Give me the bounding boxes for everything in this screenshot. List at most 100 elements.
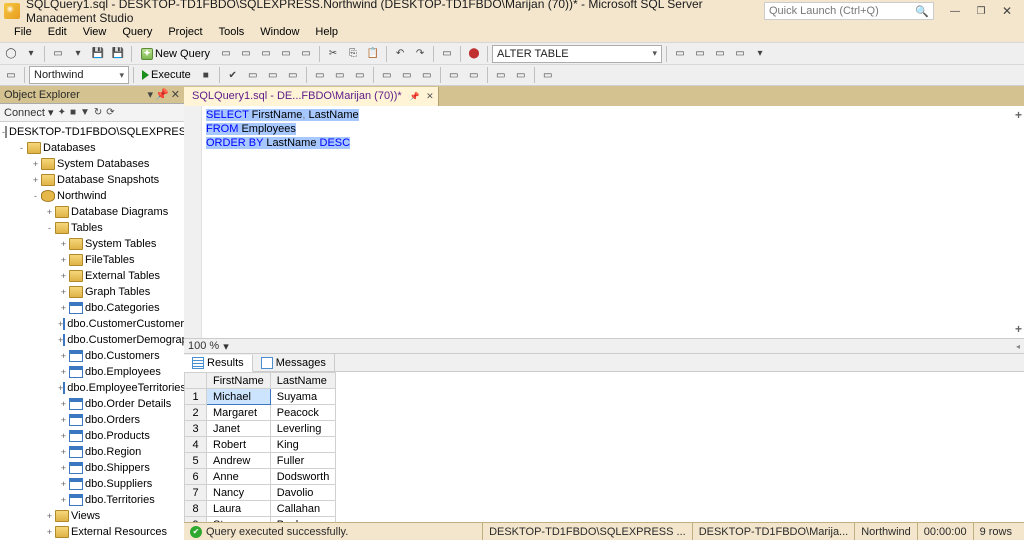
cell[interactable]: Nancy [207,485,271,501]
sql-editor[interactable]: SELECT FirstName, LastNameFROM Employees… [184,106,1024,338]
expand-icon[interactable]: - [16,144,27,153]
tree-node[interactable]: +dbo.Region [0,444,184,460]
save-icon[interactable]: 💾 [89,45,107,63]
column-header[interactable] [185,373,207,389]
tree-node[interactable]: +External Tables [0,268,184,284]
table-row[interactable]: 8LauraCallahan [185,501,336,517]
messages-tab[interactable]: Messages [253,354,335,371]
tree-node[interactable]: +dbo.Employees [0,364,184,380]
tree-node[interactable]: +dbo.Customers [0,348,184,364]
sql-code[interactable]: SELECT FirstName, LastNameFROM Employees… [202,106,1024,338]
expand-icon[interactable]: - [44,224,55,233]
cell[interactable]: Fuller [270,453,336,469]
menu-query[interactable]: Query [114,22,160,42]
cell[interactable]: 2 [185,405,207,421]
sql-document-tab[interactable]: SQLQuery1.sql - DE...FBDO\Marijan (70))*… [184,87,439,106]
menu-project[interactable]: Project [160,22,210,42]
results-tab[interactable]: Results [184,355,253,372]
registered-servers-icon[interactable]: ▭ [731,45,749,63]
cell[interactable]: Laura [207,501,271,517]
outdent-icon[interactable]: ▭ [512,66,530,84]
tree-node[interactable]: +External Resources [0,524,184,540]
cell[interactable]: Janet [207,421,271,437]
tree-node[interactable]: +FileTables [0,252,184,268]
comment-out-icon[interactable]: ▭ [445,66,463,84]
table-row[interactable]: 1MichaelSuyama [185,389,336,405]
expand-icon[interactable]: + [58,304,69,313]
menu-edit[interactable]: Edit [40,22,75,42]
expand-icon[interactable]: + [44,512,55,521]
open-icon[interactable]: ▾ [69,45,87,63]
cell[interactable]: Anne [207,469,271,485]
mdx-query-icon[interactable]: ▭ [257,45,275,63]
parse-icon[interactable]: ✔ [224,66,242,84]
tree-node[interactable]: +dbo.Orders [0,412,184,428]
object-explorer-icon[interactable]: ▾ [751,45,769,63]
save-all-icon[interactable]: 💾 [109,45,127,63]
expand-icon[interactable]: + [58,288,69,297]
cell[interactable]: Callahan [270,501,336,517]
object-tree[interactable]: -DESKTOP-TD1FBDO\SQLEXPRESS (SQL Server … [0,122,184,540]
query-options-icon[interactable]: ▭ [264,66,282,84]
new-project-icon[interactable]: ▭ [49,45,67,63]
menu-view[interactable]: View [75,22,115,42]
actual-plan-icon[interactable]: ▭ [311,66,329,84]
intellisense-icon[interactable]: ▭ [284,66,302,84]
quick-launch-input[interactable]: Quick Launch (Ctrl+Q) 🔍 [764,2,934,20]
cell[interactable]: 6 [185,469,207,485]
menu-help[interactable]: Help [307,22,346,42]
cell[interactable]: Robert [207,437,271,453]
cell[interactable]: Margaret [207,405,271,421]
cell[interactable]: 8 [185,501,207,517]
tree-node[interactable]: -Tables [0,220,184,236]
stop-icon[interactable]: ■ [70,107,76,118]
client-stats-icon[interactable]: ▭ [351,66,369,84]
new-query-button[interactable]: ✦New Query [136,45,215,63]
analysis-query-icon[interactable]: ▭ [237,45,255,63]
expand-icon[interactable]: + [58,240,69,249]
zoom-dropdown-icon[interactable]: ▾ [223,340,229,353]
split-top-icon[interactable]: + [1015,108,1022,122]
expand-icon[interactable]: + [44,208,55,217]
redo-icon[interactable]: ↷ [411,45,429,63]
cell[interactable]: Andrew [207,453,271,469]
cell[interactable]: Leverling [270,421,336,437]
tab-close-icon[interactable]: ✕ [426,91,434,102]
cut-icon[interactable]: ✂ [324,45,342,63]
expand-icon[interactable]: + [58,368,69,377]
expand-icon[interactable]: + [58,480,69,489]
expand-icon[interactable]: + [58,352,69,361]
table-row[interactable]: 4RobertKing [185,437,336,453]
tree-node[interactable]: +System Databases [0,156,184,172]
nav-fwd-icon[interactable]: ▾ [22,45,40,63]
tree-node[interactable]: +dbo.CustomerDemographics [0,332,184,348]
results-file-icon[interactable]: ▭ [418,66,436,84]
table-row[interactable]: 2MargaretPeacock [185,405,336,421]
comment-icon[interactable]: ▭ [438,45,456,63]
column-header[interactable]: LastName [270,373,336,389]
menu-tools[interactable]: Tools [211,22,253,42]
results-grid-icon[interactable]: ▭ [398,66,416,84]
disconnect-icon[interactable]: ✦ [58,107,66,118]
tree-node[interactable]: +dbo.Order Details [0,396,184,412]
restore-button[interactable]: ❐ [968,2,994,20]
execute-button[interactable]: Execute [138,66,195,84]
tree-node[interactable]: +dbo.Categories [0,300,184,316]
cell[interactable]: 4 [185,437,207,453]
tree-node[interactable]: +System Tables [0,236,184,252]
cell[interactable]: 1 [185,389,207,405]
copy-icon[interactable]: ⎘ [344,45,362,63]
split-bottom-icon[interactable]: + [1015,322,1022,336]
close-button[interactable]: ✕ [994,2,1020,20]
tree-node[interactable]: +dbo.Products [0,428,184,444]
properties-icon[interactable]: ▭ [691,45,709,63]
expand-icon[interactable]: + [30,160,41,169]
cell[interactable]: 5 [185,453,207,469]
toolbox-icon[interactable]: ▭ [711,45,729,63]
expand-icon[interactable]: - [30,192,41,201]
specify-values-icon[interactable]: ▭ [539,66,557,84]
expand-icon[interactable]: + [58,464,69,473]
tree-node[interactable]: +dbo.CustomerCustomerDemo [0,316,184,332]
nav-back-icon[interactable]: ◯ [2,45,20,63]
sync-icon[interactable]: ⟳ [106,107,114,118]
